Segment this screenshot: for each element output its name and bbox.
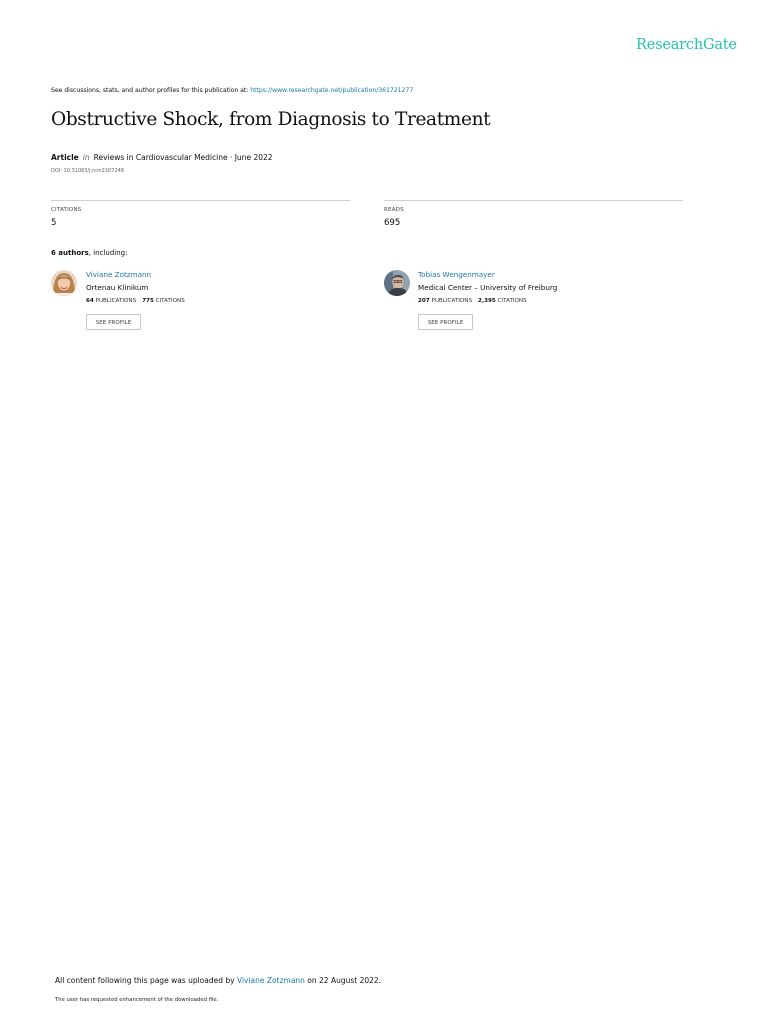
publication-url-link[interactable]: https://www.researchgate.net/publication… xyxy=(250,87,413,94)
author-publications-count: 64 xyxy=(86,298,94,304)
reads-label: READS xyxy=(384,207,404,213)
author-avatar[interactable] xyxy=(51,270,77,296)
author-citations-label: CITATIONS xyxy=(497,298,527,304)
author-photo-woman xyxy=(51,270,77,296)
author-photo-man xyxy=(384,270,410,296)
author-name-link[interactable]: Viviane Zotzmann xyxy=(86,270,151,279)
reads-value: 695 xyxy=(384,218,401,228)
author-avatar[interactable] xyxy=(384,270,410,296)
enhancement-note: The user has requested enhancement of th… xyxy=(55,997,219,1003)
authors-count: 6 authors xyxy=(51,249,89,257)
see-profile-button[interactable]: SEE PROFILE xyxy=(418,314,473,330)
author-citations-count: 775 xyxy=(142,298,154,304)
publication-title: Obstructive Shock, from Diagnosis to Tre… xyxy=(51,109,491,130)
publication-venue: Reviews in Cardiovascular Medicine · Jun… xyxy=(93,153,273,162)
author-institution: Medical Center – University of Freiburg xyxy=(418,283,558,292)
see-profile-button[interactable]: SEE PROFILE xyxy=(86,314,141,330)
author-citations-label: CITATIONS xyxy=(155,298,185,304)
author-institution: Ortenau Klinikum xyxy=(86,283,149,292)
upload-notice: All content following this page was uplo… xyxy=(55,976,381,985)
discussions-line: See discussions, stats, and author profi… xyxy=(51,87,413,94)
author-stats: 64 PUBLICATIONS 775 CITATIONS xyxy=(86,298,185,304)
citations-divider xyxy=(51,200,350,201)
publication-meta: Article in Reviews in Cardiovascular Medic… xyxy=(51,153,273,162)
researchgate-logo[interactable]: ResearchGate xyxy=(636,37,737,53)
upload-prefix: All content following this page was uplo… xyxy=(55,976,237,985)
author-publications-count: 207 xyxy=(418,298,430,304)
author-name-link[interactable]: Tobias Wengenmayer xyxy=(418,270,495,279)
citations-value: 5 xyxy=(51,218,57,228)
author-publications-label: PUBLICATIONS xyxy=(431,298,473,304)
discussions-prefix: See discussions, stats, and author profi… xyxy=(51,87,251,94)
publication-type: Article xyxy=(51,153,79,162)
authors-heading: 6 authors, including: xyxy=(51,249,127,257)
citations-label: CITATIONS xyxy=(51,207,82,213)
author-stats: 207 PUBLICATIONS 2,395 CITATIONS xyxy=(418,298,527,304)
reads-divider xyxy=(384,200,683,201)
publication-doi: DOI: 10.31083/j.rcm2307248 xyxy=(51,168,124,174)
authors-heading-suffix: , including: xyxy=(88,249,128,257)
author-publications-label: PUBLICATIONS xyxy=(95,298,137,304)
uploader-link[interactable]: Viviane Zotzmann xyxy=(237,976,305,985)
upload-suffix: on 22 August 2022. xyxy=(304,976,382,985)
author-citations-count: 2,395 xyxy=(478,298,496,304)
in-label: in xyxy=(82,153,90,162)
